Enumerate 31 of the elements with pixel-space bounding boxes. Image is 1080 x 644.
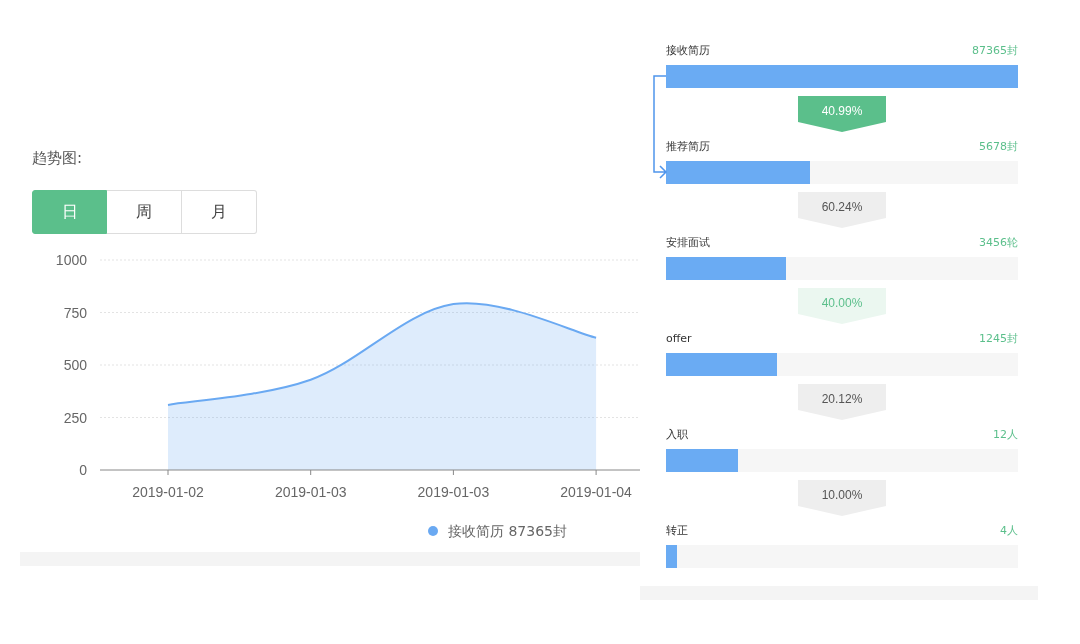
stage-count: 5678封 — [979, 139, 1018, 155]
axis-label: 500 — [63, 357, 87, 373]
period-tab[interactable]: 月 — [182, 190, 257, 234]
axis-label: 2019-01-03 — [417, 484, 490, 500]
conversion-rate: 40.00% — [798, 288, 886, 324]
stage-label: 推荐简历 — [666, 139, 710, 155]
stage-label: 转正 — [666, 523, 688, 539]
axis-label: 0 — [79, 462, 87, 478]
stage-count: 4人 — [1000, 523, 1018, 539]
stage-label: offer — [666, 331, 692, 347]
legend-label: 接收简历 87365封 — [448, 523, 567, 539]
axis-label: 750 — [63, 304, 87, 321]
axis-label: 1000 — [55, 252, 87, 268]
conversion-rate: 20.12% — [798, 384, 886, 420]
axis-label: 250 — [63, 409, 87, 426]
period-tab[interactable]: 周 — [107, 190, 182, 234]
conversion-rate: 60.24% — [798, 192, 886, 228]
stage-count: 3456轮 — [979, 235, 1018, 251]
chart-title: 趋势图: — [32, 148, 84, 169]
stage-count: 12人 — [993, 427, 1018, 443]
axis-label: 2019-01-02 — [132, 484, 204, 500]
stage-label: 接收简历 — [666, 43, 710, 59]
stage-count: 87365封 — [972, 43, 1018, 59]
axis-label: 2019-01-04 — [560, 484, 632, 500]
stage-label: 安排面试 — [666, 235, 710, 251]
axis-label: 2019-01-03 — [274, 484, 347, 500]
legend-dot — [428, 526, 438, 536]
stage-label: 入职 — [666, 427, 688, 443]
conversion-rate: 10.00% — [798, 480, 886, 516]
stage-count: 1245封 — [979, 331, 1018, 347]
conversion-rate: 40.99% — [798, 96, 886, 132]
